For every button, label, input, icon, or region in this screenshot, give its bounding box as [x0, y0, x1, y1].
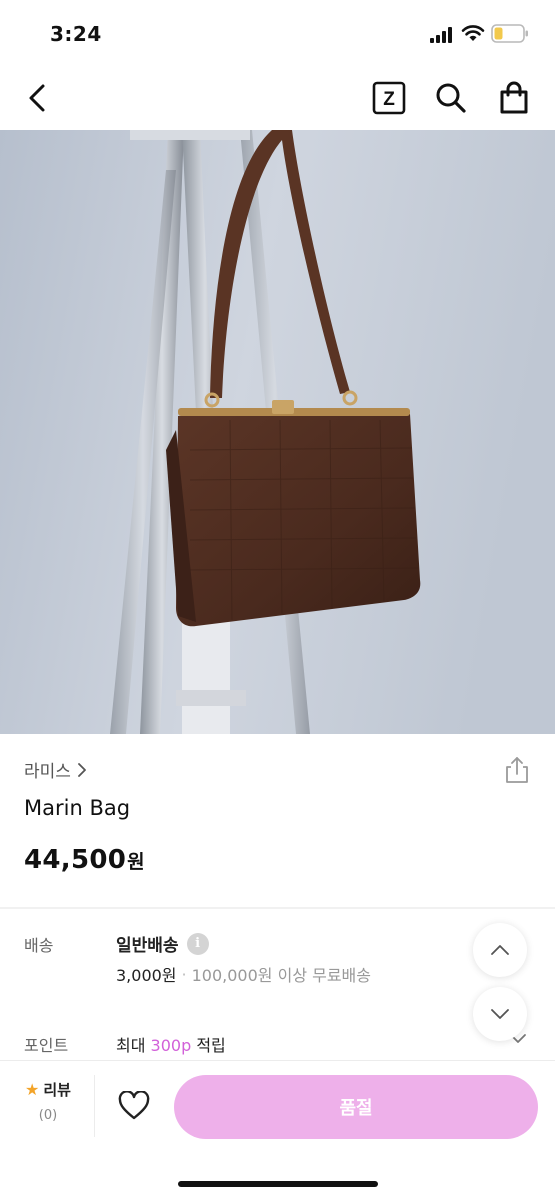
product-price: 44,500 원	[24, 845, 145, 875]
shipping-type-text: 일반배송	[116, 936, 179, 956]
review-label: 리뷰	[43, 1081, 71, 1099]
points-prefix: 최대	[116, 1036, 151, 1055]
nav-bar: Z	[0, 66, 555, 130]
zigzag-button[interactable]: Z	[371, 80, 407, 116]
shipping-type: 일반배송 i	[116, 931, 209, 956]
section-divider	[0, 907, 555, 909]
product-photo	[0, 130, 555, 734]
status-time: 3:24	[50, 22, 102, 46]
status-bar: 3:24	[0, 0, 555, 66]
scroll-down-button[interactable]	[473, 987, 527, 1041]
search-button[interactable]	[433, 80, 469, 116]
scroll-up-button[interactable]	[473, 923, 527, 977]
chevron-left-icon	[29, 84, 45, 112]
price-value: 44,500	[24, 845, 127, 875]
shopping-bag-icon	[500, 81, 528, 114]
heart-outline-icon[interactable]	[118, 1091, 150, 1121]
signal-icon	[430, 27, 452, 43]
star-icon: ★	[25, 1080, 40, 1099]
shipping-separator: ·	[181, 964, 187, 984]
wifi-icon	[461, 25, 485, 41]
info-icon[interactable]: i	[186, 932, 209, 955]
chevron-right-icon	[78, 762, 86, 777]
bottom-action-bar: ★ 리뷰 (0) 품절	[0, 1060, 555, 1200]
home-indicator	[178, 1181, 378, 1187]
points-info: 최대 300p 적립	[116, 1032, 226, 1056]
brand-link[interactable]: 라미스	[24, 757, 87, 782]
points-suffix: 적립	[191, 1036, 226, 1055]
review-count: (0)	[38, 1108, 58, 1123]
battery-icon	[491, 24, 528, 43]
chevron-up-icon	[491, 945, 509, 955]
free-shipping-condition: 100,000원 이상 무료배송	[191, 966, 372, 985]
shipping-fee: 3,000원	[116, 966, 177, 985]
vertical-divider	[94, 1075, 95, 1137]
points-amount: 300p	[150, 1036, 192, 1055]
chevron-down-icon	[491, 1009, 509, 1019]
z-box-icon: Z	[372, 81, 406, 115]
product-name: Marin Bag	[24, 796, 131, 820]
search-icon	[436, 83, 466, 113]
z-letter: Z	[383, 89, 395, 110]
review-button[interactable]: ★ 리뷰 (0)	[18, 1079, 78, 1123]
price-unit: 원	[127, 851, 145, 873]
points-label: 포인트	[24, 1036, 69, 1055]
back-button[interactable]	[20, 80, 56, 116]
sold-out-button[interactable]: 품절	[174, 1075, 538, 1139]
share-icon[interactable]	[503, 756, 531, 784]
cart-button[interactable]	[496, 80, 532, 116]
brand-name: 라미스	[24, 762, 71, 782]
product-image[interactable]	[0, 130, 555, 734]
shipping-label: 배송	[24, 936, 54, 955]
shipping-fee-row: 3,000원 · 100,000원 이상 무료배송	[116, 962, 371, 986]
